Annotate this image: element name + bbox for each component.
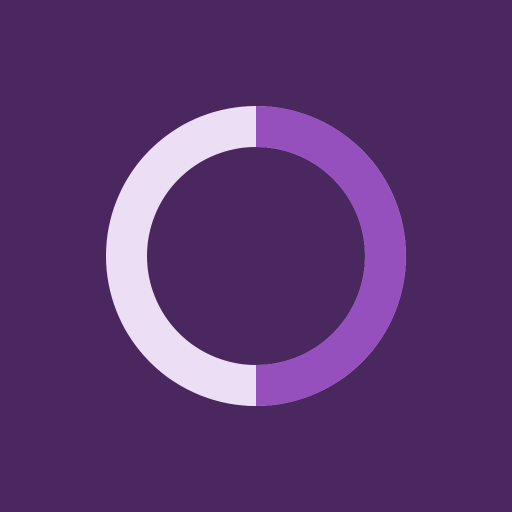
progress-ring-graphic [106,106,406,406]
progress-ring-fill [255,106,406,406]
loading-screen [0,0,512,512]
progress-ring [0,0,512,512]
